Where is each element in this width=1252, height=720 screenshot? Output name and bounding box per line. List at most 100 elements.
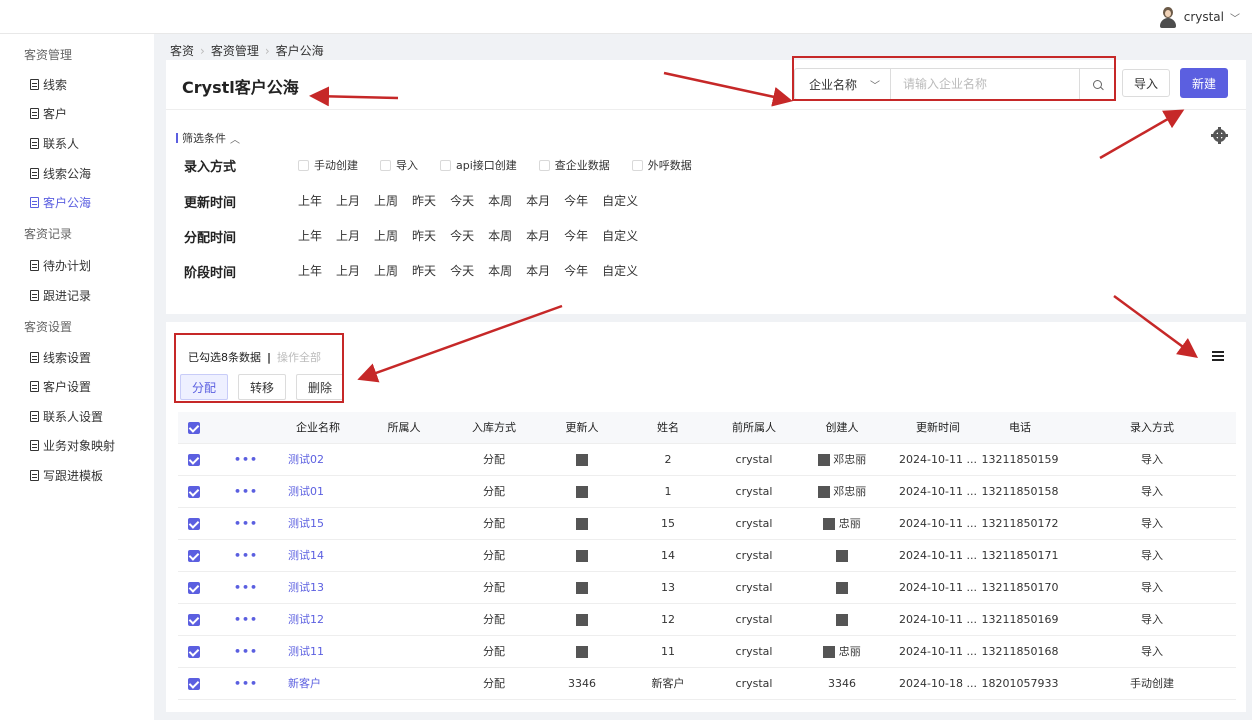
more-actions-icon[interactable]: ••• xyxy=(234,508,258,540)
time-option[interactable]: 今年 xyxy=(564,227,588,244)
row-checkbox[interactable] xyxy=(188,614,200,626)
column-header[interactable]: 更新人 xyxy=(542,412,622,444)
sidebar-item-lead-settings[interactable]: 线索设置 xyxy=(30,349,91,366)
sidebar-item-customers[interactable]: 客户 xyxy=(30,105,67,122)
search-input[interactable] xyxy=(891,69,1079,99)
company-name-link[interactable]: 新客户 xyxy=(278,668,358,700)
select-all-checkbox[interactable] xyxy=(188,422,200,434)
row-checkbox[interactable] xyxy=(188,678,200,690)
column-header[interactable]: 电话 xyxy=(980,412,1060,444)
search-field-select[interactable]: 企业名称 ﹀ xyxy=(795,69,891,99)
checkbox[interactable] xyxy=(538,159,550,171)
row-checkbox[interactable] xyxy=(188,486,200,498)
time-option[interactable]: 上年 xyxy=(298,227,322,244)
time-option[interactable]: 本周 xyxy=(488,262,512,279)
time-option[interactable]: 上月 xyxy=(336,192,360,209)
column-header[interactable]: 录入方式 xyxy=(1102,412,1202,444)
gear-icon[interactable] xyxy=(1211,127,1228,144)
more-actions-icon[interactable]: ••• xyxy=(234,668,258,700)
company-name-link[interactable]: 测试01 xyxy=(278,476,358,508)
time-option[interactable]: 上年 xyxy=(298,192,322,209)
column-header[interactable]: 企业名称 xyxy=(278,412,358,444)
entry-option[interactable]: api接口创建 xyxy=(440,157,517,173)
more-actions-icon[interactable]: ••• xyxy=(234,636,258,668)
row-checkbox[interactable] xyxy=(188,454,200,466)
sidebar-item-follow-records[interactable]: 跟进记录 xyxy=(30,287,91,304)
table-row[interactable]: ••• 测试15 分配 15 crystal 忠丽 2024-10-11 ... 1321… xyxy=(178,508,1236,540)
sidebar-item-lead-pool[interactable]: 线索公海 xyxy=(30,165,91,182)
search-button[interactable] xyxy=(1079,69,1115,99)
time-option[interactable]: 今年 xyxy=(564,262,588,279)
checkbox[interactable] xyxy=(380,159,391,171)
sidebar-item-follow-template[interactable]: 写跟进模板 xyxy=(30,467,103,484)
sidebar-item-contacts[interactable]: 联系人 xyxy=(30,135,79,152)
checkbox[interactable] xyxy=(298,159,309,171)
company-name-link[interactable]: 测试02 xyxy=(278,444,358,476)
checkbox[interactable] xyxy=(440,159,451,171)
breadcrumb-item[interactable]: 客资管理 xyxy=(211,42,259,59)
time-option[interactable]: 本月 xyxy=(526,227,550,244)
time-option[interactable]: 本周 xyxy=(488,227,512,244)
table-row[interactable]: ••• 新客户 分配 3346 新客户 crystal 3346 2024-10-18 ...… xyxy=(178,668,1236,700)
time-option[interactable]: 上周 xyxy=(374,227,398,244)
time-option[interactable]: 自定义 xyxy=(602,192,638,209)
sidebar-item-customer-settings[interactable]: 客户设置 xyxy=(30,378,91,395)
time-option[interactable]: 上周 xyxy=(374,192,398,209)
column-header[interactable]: 姓名 xyxy=(628,412,708,444)
table-row[interactable]: ••• 测试01 分配 1 crystal 邓忠丽 2024-10-11 ... 1321… xyxy=(178,476,1236,508)
table-row[interactable]: ••• 测试14 分配 14 crystal 2024-10-11 ... 132118… xyxy=(178,540,1236,572)
row-checkbox[interactable] xyxy=(188,518,200,530)
time-option[interactable]: 本月 xyxy=(526,262,550,279)
time-option[interactable]: 今天 xyxy=(450,192,474,209)
table-row[interactable]: ••• 测试13 分配 13 crystal 2024-10-11 ... 132118… xyxy=(178,572,1236,604)
time-option[interactable]: 上周 xyxy=(374,262,398,279)
time-option[interactable]: 上年 xyxy=(298,262,322,279)
column-header[interactable]: 入库方式 xyxy=(454,412,534,444)
column-header[interactable]: 前所属人 xyxy=(714,412,794,444)
company-name-link[interactable]: 测试11 xyxy=(278,636,358,668)
entry-option[interactable]: 导入 xyxy=(380,157,418,173)
import-button[interactable]: 导入 xyxy=(1122,69,1170,97)
more-actions-icon[interactable]: ••• xyxy=(234,572,258,604)
time-option[interactable]: 今天 xyxy=(450,262,474,279)
column-header[interactable]: 更新时间 xyxy=(890,412,986,444)
time-option[interactable]: 昨天 xyxy=(412,192,436,209)
column-header[interactable]: 创建人 xyxy=(802,412,882,444)
more-actions-icon[interactable]: ••• xyxy=(234,540,258,572)
transfer-button[interactable]: 转移 xyxy=(238,374,286,400)
time-option[interactable]: 上月 xyxy=(336,227,360,244)
column-settings-icon[interactable] xyxy=(1212,351,1224,361)
entry-option[interactable]: 外呼数据 xyxy=(631,157,692,173)
time-option[interactable]: 本月 xyxy=(526,192,550,209)
table-row[interactable]: ••• 测试11 分配 11 crystal 忠丽 2024-10-11 ... 1321… xyxy=(178,636,1236,668)
time-option[interactable]: 上月 xyxy=(336,262,360,279)
sidebar-item-object-mapping[interactable]: 业务对象映射 xyxy=(30,437,115,454)
table-row[interactable]: ••• 测试12 分配 12 crystal 2024-10-11 ... 132118… xyxy=(178,604,1236,636)
delete-button[interactable]: 删除 xyxy=(296,374,344,400)
company-name-link[interactable]: 测试15 xyxy=(278,508,358,540)
time-option[interactable]: 自定义 xyxy=(602,227,638,244)
column-header[interactable]: 所属人 xyxy=(364,412,444,444)
time-option[interactable]: 本周 xyxy=(488,192,512,209)
time-option[interactable]: 今天 xyxy=(450,227,474,244)
checkbox[interactable] xyxy=(631,159,643,171)
new-button[interactable]: 新建 xyxy=(1180,68,1228,98)
operate-all-link[interactable]: 操作全部 xyxy=(277,349,321,365)
table-row[interactable]: ••• 测试02 分配 2 crystal 邓忠丽 2024-10-11 ... 1321… xyxy=(178,444,1236,476)
company-name-link[interactable]: 测试13 xyxy=(278,572,358,604)
company-name-link[interactable]: 测试14 xyxy=(278,540,358,572)
more-actions-icon[interactable]: ••• xyxy=(234,476,258,508)
filter-toggle[interactable]: 筛选条件 ︿ xyxy=(176,130,240,146)
entry-option[interactable]: 手动创建 xyxy=(298,157,358,173)
breadcrumb-item[interactable]: 客资 xyxy=(170,42,194,59)
time-option[interactable]: 今年 xyxy=(564,192,588,209)
time-option[interactable]: 昨天 xyxy=(412,227,436,244)
sidebar-item-leads[interactable]: 线索 xyxy=(30,76,67,93)
entry-option[interactable]: 查企业数据 xyxy=(538,157,610,173)
sidebar-item-customer-pool[interactable]: 客户公海 xyxy=(30,194,91,211)
user-menu[interactable]: crystal ﹀ xyxy=(1158,6,1240,28)
sidebar-item-contact-settings[interactable]: 联系人设置 xyxy=(30,408,103,425)
sidebar-item-todo-plan[interactable]: 待办计划 xyxy=(30,257,91,274)
row-checkbox[interactable] xyxy=(188,550,200,562)
company-name-link[interactable]: 测试12 xyxy=(278,604,358,636)
